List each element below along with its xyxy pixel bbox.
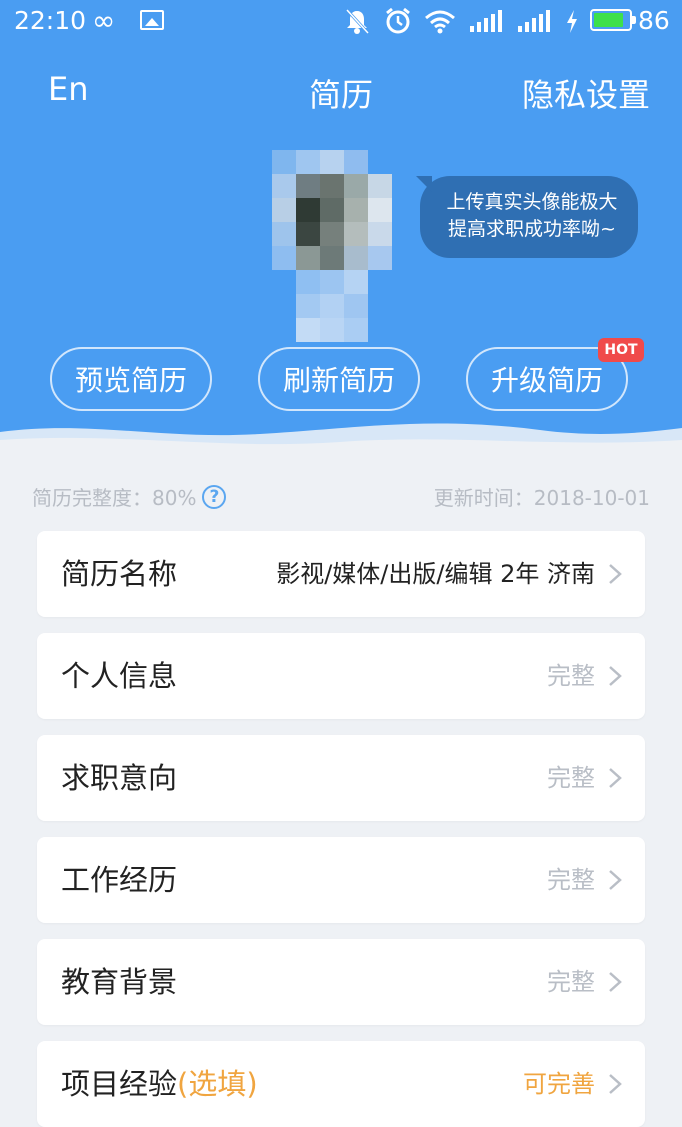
section-label: 教育背景 <box>61 965 178 999</box>
chevron-right-icon <box>609 666 622 686</box>
section-status: 完整 <box>547 764 595 792</box>
avatar-pixel <box>296 198 320 222</box>
avatar-pixel <box>296 318 320 342</box>
help-icon[interactable]: ? <box>202 484 227 509</box>
section-label-text: 项目经验 <box>61 1067 178 1101</box>
chevron-right-icon <box>609 870 622 890</box>
avatar-pixel <box>296 270 320 294</box>
section-job-intention[interactable]: 求职意向 完整 <box>37 735 645 821</box>
section-work-experience[interactable]: 工作经历 完整 <box>37 837 645 923</box>
avatar-pixel <box>320 198 344 222</box>
hot-badge: HOT <box>598 338 644 362</box>
tip-line-2: 提高求职成功率呦~ <box>448 218 616 240</box>
privacy-settings-link[interactable]: 隐私设置 <box>522 70 650 116</box>
avatar-pixel <box>344 318 368 342</box>
section-status: 完整 <box>547 866 595 894</box>
optional-tag: (选填) <box>177 1067 258 1101</box>
section-label: 求职意向 <box>61 761 178 795</box>
section-label: 个人信息 <box>61 659 178 693</box>
completeness-row: 简历完整度：80% ? <box>32 482 227 511</box>
avatar-pixel <box>368 198 392 222</box>
avatar-pixel <box>320 318 344 342</box>
avatar-pixel <box>320 294 344 318</box>
section-status: 可完善 <box>523 1070 595 1098</box>
avatar-pixel <box>296 222 320 246</box>
signal-icon <box>518 10 550 32</box>
charging-icon <box>567 10 577 33</box>
section-label: 工作经历 <box>61 863 178 897</box>
chevron-right-icon <box>609 972 622 992</box>
avatar-pixel <box>272 174 296 198</box>
refresh-resume-button[interactable]: 刷新简历 <box>258 347 420 411</box>
avatar-pixel <box>368 222 392 246</box>
status-time: 22:10 <box>14 6 87 35</box>
avatar-pixel <box>344 294 368 318</box>
section-project-experience[interactable]: 项目经验(选填) 可完善 <box>37 1041 645 1127</box>
avatar-pixel <box>344 198 368 222</box>
infinity-icon: ∞ <box>92 4 116 37</box>
avatar-pixel <box>368 150 392 174</box>
section-label: 简历名称 <box>61 557 178 591</box>
section-education[interactable]: 教育背景 完整 <box>37 939 645 1025</box>
preview-resume-button[interactable]: 预览简历 <box>50 347 212 411</box>
avatar-pixel <box>320 246 344 270</box>
completeness-text: 简历完整度：80% <box>32 486 197 510</box>
section-value: 影视/媒体/出版/编辑 2年 济南 <box>276 560 595 588</box>
chevron-right-icon <box>609 768 622 788</box>
avatar-pixel <box>344 174 368 198</box>
avatar-pixel <box>320 150 344 174</box>
avatar-pixel <box>368 246 392 270</box>
image-icon <box>140 10 164 30</box>
mute-icon <box>345 8 370 35</box>
chevron-right-icon <box>609 564 622 584</box>
avatar-tip-bubble: 上传真实头像能极大 提高求职成功率呦~ <box>416 176 638 258</box>
updated-time: 更新时间：2018-10-01 <box>433 486 650 510</box>
avatar[interactable] <box>272 150 412 342</box>
avatar-pixel <box>320 174 344 198</box>
avatar-pixel <box>368 174 392 198</box>
avatar-pixel <box>296 174 320 198</box>
section-resume-name[interactable]: 简历名称 影视/媒体/出版/编辑 2年 济南 <box>37 531 645 617</box>
section-personal-info[interactable]: 个人信息 完整 <box>37 633 645 719</box>
avatar-pixel <box>272 246 296 270</box>
wave-divider <box>0 423 682 460</box>
avatar-pixel <box>344 246 368 270</box>
battery-fill <box>594 13 623 27</box>
chevron-right-icon <box>609 1074 622 1094</box>
avatar-pixel <box>344 150 368 174</box>
avatar-pixel <box>344 222 368 246</box>
avatar-pixel <box>320 222 344 246</box>
avatar-pixel <box>344 270 368 294</box>
avatar-pixel <box>296 294 320 318</box>
section-status: 完整 <box>547 662 595 690</box>
avatar-pixel <box>272 150 296 174</box>
tip-line-1: 上传真实头像能极大 <box>446 191 618 213</box>
battery-icon <box>590 9 636 31</box>
battery-percent: 86 <box>638 6 670 35</box>
wifi-icon <box>425 10 455 34</box>
section-label: 项目经验(选填) <box>61 1041 258 1127</box>
avatar-pixel <box>320 270 344 294</box>
avatar-pixel <box>296 246 320 270</box>
avatar-pixel <box>272 198 296 222</box>
avatar-pixel <box>272 222 296 246</box>
signal-icon <box>470 10 502 32</box>
status-bar: 22:10 ∞ 86 <box>0 0 682 44</box>
section-status: 完整 <box>547 968 595 996</box>
resume-screen: 22:10 ∞ 86 En 简历 隐私设置 上传真实头像能极大 提高求职成功率呦… <box>0 0 682 1127</box>
alarm-icon <box>386 7 410 34</box>
avatar-pixel <box>296 150 320 174</box>
